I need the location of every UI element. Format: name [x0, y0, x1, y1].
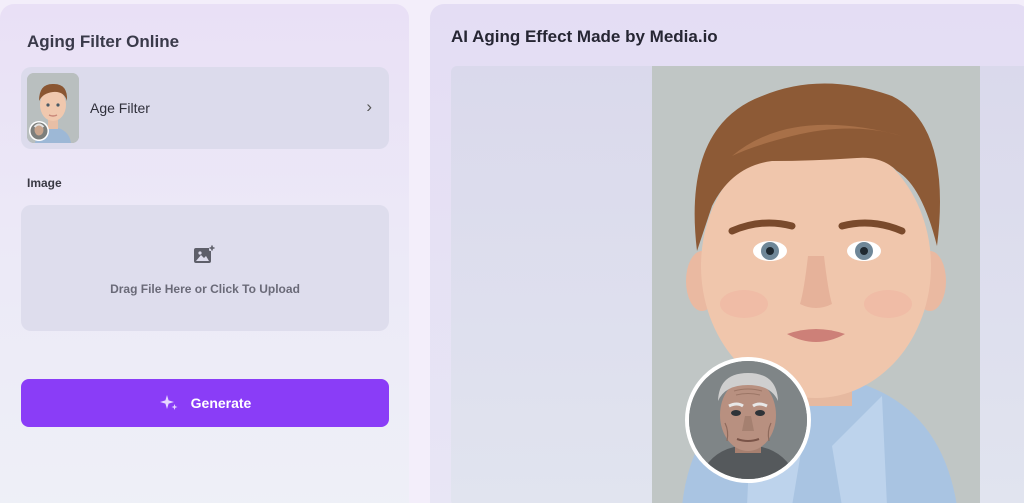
- image-section-label: Image: [27, 176, 62, 190]
- upload-instruction: Drag File Here or Click To Upload: [110, 282, 300, 296]
- right-panel: AI Aging Effect Made by Media.io: [430, 4, 1024, 503]
- left-panel: Aging Filter Online Age Filter › Image D…: [0, 4, 409, 503]
- elderly-preview-circle: [685, 357, 811, 483]
- generate-button[interactable]: Generate: [21, 379, 389, 427]
- upload-dropzone[interactable]: Drag File Here or Click To Upload: [21, 205, 389, 331]
- elderly-man-portrait: [689, 361, 807, 479]
- boy-portrait-thumbnail: [27, 73, 79, 143]
- preview-title: AI Aging Effect Made by Media.io: [451, 27, 718, 46]
- image-upload-icon: [194, 245, 215, 263]
- panel-title: Aging Filter Online: [27, 32, 180, 51]
- chevron-right-icon: ›: [366, 97, 372, 116]
- preview-area: [451, 66, 1024, 503]
- filter-label: Age Filter: [90, 100, 150, 116]
- filter-select[interactable]: Age Filter ›: [21, 67, 389, 149]
- filter-thumbnail: [27, 73, 79, 143]
- generate-label: Generate: [190, 395, 252, 411]
- sparkle-icon: [159, 395, 178, 410]
